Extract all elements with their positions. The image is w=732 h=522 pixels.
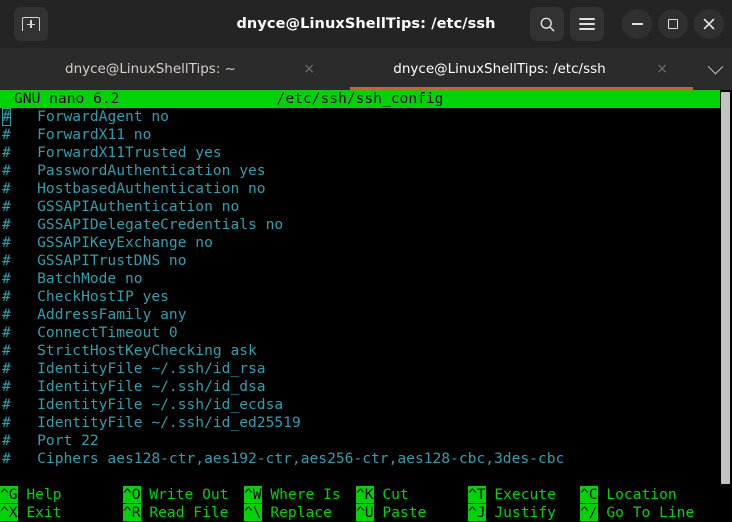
shortcut-row-1: ^G Help ^O Write Out ^W Where Is ^K Cut ^T E… [0,486,732,504]
shortcut-label: Justify [485,504,556,521]
shortcut-location[interactable]: ^C Location [580,486,677,504]
editor-line: # ConnectTimeout 0 [2,324,178,341]
shortcut-label: Cut [373,486,409,503]
close-button[interactable] [694,9,724,39]
new-tab-button[interactable] [14,7,48,41]
editor-line: # BatchMode no [2,270,143,287]
shortcut-replace[interactable]: ^\ Replace [244,504,332,522]
tab-label: dnyce@LinuxShellTips: ~ [65,61,236,77]
editor-line: # GSSAPIAuthentication no [2,198,240,215]
shortcut-help[interactable]: ^G Help [0,486,62,504]
editor-line: # Ciphers aes128-ctr,aes192-ctr,aes256-c… [2,450,565,467]
search-button[interactable] [530,7,564,41]
shortcut-justify[interactable]: ^J Justify [468,504,556,522]
text-cursor: # [2,108,11,126]
title-bar: dnyce@LinuxShellTips: /etc/ssh [0,0,732,48]
search-icon [540,17,554,31]
title-bar-controls [530,7,724,41]
shortcut-key: ^\ [244,504,262,521]
editor-line: # PasswordAuthentication yes [2,162,266,179]
shortcut-write-out[interactable]: ^O Write Out [123,486,228,504]
tab-bar: dnyce@LinuxShellTips: ~ × dnyce@LinuxShe… [0,48,732,90]
editor-line: # IdentityFile ~/.ssh/id_rsa [2,360,266,377]
shortcut-execute[interactable]: ^T Execute [468,486,556,504]
terminal-window: dnyce@LinuxShellTips: /etc/ssh dnyce@Lin… [0,0,732,522]
tab-close-icon[interactable]: × [303,62,315,76]
editor-line: # CheckHostIP yes [2,288,169,305]
shortcut-paste[interactable]: ^U Paste [356,504,426,522]
maximize-icon [668,19,678,29]
editor-line: # IdentityFile ~/.ssh/id_ed25519 [2,414,301,431]
tab-etc-ssh[interactable]: dnyce@LinuxShellTips: /etc/ssh × [345,48,698,90]
shortcut-label: Where Is [261,486,341,503]
shortcut-label: Paste [373,504,427,521]
shortcut-read-file[interactable]: ^R Read File [123,504,228,522]
scrollbar-thumb[interactable] [721,92,730,484]
menu-button[interactable] [570,7,604,41]
chevron-down-icon [707,58,723,74]
shortcut-label: Go To Line [597,504,695,521]
minimize-button[interactable] [622,9,652,39]
editor-line: # ForwardX11Trusted yes [2,144,222,161]
editor-line: # AddressFamily any [2,306,187,323]
shortcut-key: ^U [356,504,374,521]
shortcut-key: ^R [123,504,141,521]
minimize-icon [631,23,643,25]
shortcut-key: ^G [0,486,18,503]
editor-line: # Port 22 [2,432,99,449]
editor-line: # GSSAPIDelegateCredentials no [2,216,284,233]
shortcut-key: ^W [244,486,262,503]
editor-line: # GSSAPIKeyExchange no [2,234,213,251]
shortcut-key: ^O [123,486,141,503]
nano-shortcut-bar: ^G Help ^O Write Out ^W Where Is ^K Cut ^T E… [0,486,732,522]
nano-editor-buffer[interactable]: # ForwardAgent no # ForwardX11 no # Forwar… [0,108,720,468]
nano-filename: /etc/ssh/ssh_config [276,90,444,107]
terminal-content[interactable]: GNU nano 6.2 /etc/ssh/ssh_config # Forwa… [0,90,732,486]
editor-line: # HostbasedAuthentication no [2,180,266,197]
tab-list-button[interactable] [698,48,732,90]
maximize-button[interactable] [658,9,688,39]
shortcut-go-to-line[interactable]: ^/ Go To Line [580,504,694,522]
editor-line: # ForwardAgent no [2,108,169,126]
tab-label: dnyce@LinuxShellTips: /etc/ssh [393,61,606,77]
nano-title-bar: GNU nano 6.2 /etc/ssh/ssh_config [0,90,732,108]
editor-line: # GSSAPITrustDNS no [2,252,187,269]
new-tab-icon [22,17,40,31]
shortcut-label: Help [17,486,62,503]
shortcut-label: Execute [485,486,556,503]
terminal-scrollbar[interactable] [720,90,731,486]
close-icon [703,18,715,30]
shortcut-where-is[interactable]: ^W Where Is [244,486,341,504]
editor-line: # StrictHostKeyChecking ask [2,342,257,359]
shortcut-exit[interactable]: ^X Exit [0,504,62,522]
shortcut-key: ^T [468,486,486,503]
shortcut-label: Write Out [140,486,229,503]
shortcut-label: Read File [140,504,229,521]
shortcut-key: ^K [356,486,374,503]
editor-line: # IdentityFile ~/.ssh/id_dsa [2,378,266,395]
shortcut-row-2: ^X Exit ^R Read File ^\ Replace ^U Paste ^J … [0,504,732,522]
shortcut-key: ^J [468,504,486,521]
tab-close-icon[interactable]: × [656,62,668,76]
editor-line: # IdentityFile ~/.ssh/id_ecdsa [2,396,284,413]
editor-line: # ForwardX11 no [2,126,152,143]
shortcut-key: ^X [0,504,18,521]
shortcut-label: Replace [261,504,332,521]
tab-home[interactable]: dnyce@LinuxShellTips: ~ × [0,48,345,90]
shortcut-key: ^C [580,486,598,503]
shortcut-cut[interactable]: ^K Cut [356,486,409,504]
shortcut-label: Exit [17,504,62,521]
shortcut-key: ^/ [580,504,598,521]
shortcut-label: Location [597,486,677,503]
hamburger-menu-icon [579,18,595,30]
